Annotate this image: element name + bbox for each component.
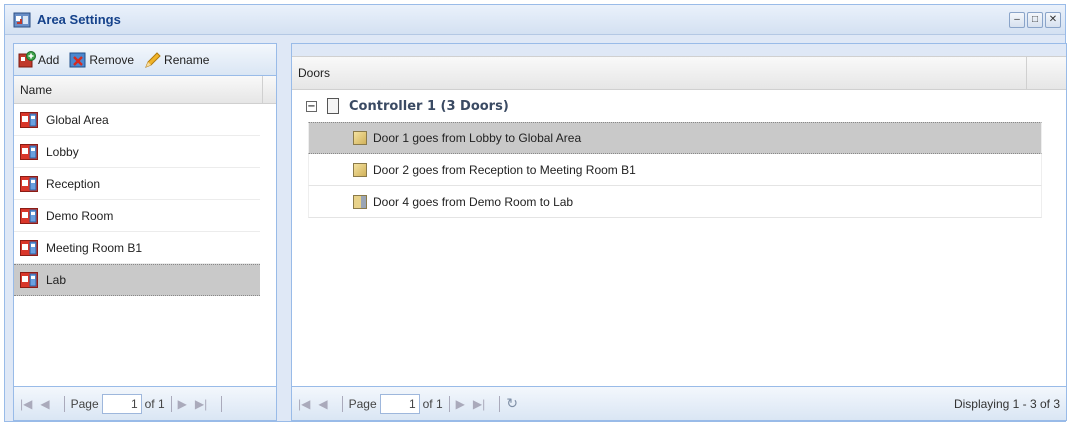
pager-divider — [63, 395, 65, 412]
pager-divider — [170, 395, 172, 412]
next-page-icon[interactable]: ▶ — [178, 397, 187, 411]
door-item-label: Door 4 goes from Demo Room to Lab — [373, 194, 574, 209]
area-item-label: Demo Room — [46, 208, 114, 223]
last-page-icon[interactable]: ▶| — [473, 397, 485, 411]
pager-divider — [448, 395, 450, 412]
prev-page-icon[interactable]: ◀ — [318, 397, 327, 411]
area-item-lobby[interactable]: Lobby — [14, 136, 260, 168]
areas-toolbar: Add Remove Rename — [14, 44, 276, 76]
rename-button[interactable]: Rename — [144, 51, 209, 69]
add-button[interactable]: Add — [18, 50, 60, 69]
paging-status: Displaying 1 - 3 of 3 — [953, 396, 1060, 411]
controller-group-header[interactable]: − Controller 1 (3 Doors) — [292, 90, 1066, 122]
page-count: of 1 — [144, 396, 165, 411]
area-item-label: Meeting Room B1 — [46, 240, 143, 255]
add-label: Add — [38, 52, 60, 67]
controller-group-label: Controller 1 (3 Doors) — [349, 98, 509, 114]
area-item-lab[interactable]: Lab — [14, 264, 260, 296]
page-input[interactable]: 1 — [101, 393, 142, 414]
title-bar[interactable]: Area Settings – □ ✕ — [5, 5, 1065, 35]
door-item[interactable]: Door 2 goes from Reception to Meeting Ro… — [308, 154, 1042, 186]
area-item-label: Global Area — [46, 112, 109, 127]
refresh-icon[interactable]: ↻ — [506, 395, 518, 412]
remove-button[interactable]: Remove — [69, 51, 134, 69]
add-icon — [18, 50, 36, 69]
pencil-icon — [144, 51, 162, 69]
area-icon — [20, 272, 38, 288]
area-item-meeting-room-b1[interactable]: Meeting Room B1 — [14, 232, 260, 264]
remove-label: Remove — [89, 52, 135, 67]
door-closed-icon — [353, 162, 367, 177]
door-item-label: Door 2 goes from Reception to Meeting Ro… — [373, 162, 636, 177]
doors-pager: |◀ ◀ Page 1 of 1 ▶ ▶| ↻ Displaying 1 - 3… — [292, 386, 1066, 420]
door-list: Door 1 goes from Lobby to Global Area Do… — [292, 122, 1066, 218]
next-page-icon[interactable]: ▶ — [456, 397, 465, 411]
doors-column-header[interactable]: Doors — [292, 56, 1066, 90]
page-count: of 1 — [422, 396, 443, 411]
rename-label: Rename — [164, 52, 210, 67]
name-column-header[interactable]: Name — [14, 76, 276, 104]
page-label: Page — [70, 396, 99, 411]
column-divider — [1026, 57, 1027, 89]
collapse-icon[interactable]: − — [306, 100, 317, 112]
door-open-icon — [353, 194, 367, 209]
controller-icon — [327, 98, 339, 114]
area-icon — [20, 175, 38, 192]
pager-divider — [499, 395, 501, 412]
first-page-icon[interactable]: |◀ — [20, 397, 32, 411]
page-input[interactable]: 1 — [379, 393, 420, 414]
area-icon — [20, 111, 38, 128]
column-divider — [262, 76, 263, 103]
door-item[interactable]: Door 1 goes from Lobby to Global Area — [308, 122, 1042, 154]
pager-divider — [341, 395, 343, 412]
name-column-label: Name — [20, 82, 53, 97]
page-label: Page — [348, 396, 377, 411]
areas-panel: Add Remove Rename Name Global Area Lobby… — [13, 43, 277, 421]
maximize-icon[interactable]: □ — [1027, 11, 1043, 28]
door-item[interactable]: Door 4 goes from Demo Room to Lab — [308, 186, 1042, 218]
doors-column-label: Doors — [298, 66, 331, 80]
area-item-label: Reception — [46, 176, 101, 191]
doors-panel: Doors − Controller 1 (3 Doors) Door 1 go… — [291, 43, 1067, 421]
area-item-global-area[interactable]: Global Area — [14, 104, 260, 136]
areas-pager: |◀ ◀ Page 1 of 1 ▶ ▶| — [14, 386, 276, 420]
last-page-icon[interactable]: ▶| — [195, 397, 207, 411]
area-icon — [20, 207, 38, 224]
prev-page-icon[interactable]: ◀ — [40, 397, 49, 411]
pager-divider — [221, 395, 223, 412]
door-item-label: Door 1 goes from Lobby to Global Area — [373, 131, 582, 145]
area-icon — [20, 143, 38, 160]
remove-icon — [69, 51, 87, 69]
area-item-demo-room[interactable]: Demo Room — [14, 200, 260, 232]
window-title: Area Settings — [37, 12, 121, 27]
area-settings-icon — [13, 11, 31, 29]
first-page-icon[interactable]: |◀ — [298, 397, 310, 411]
area-item-label: Lobby — [46, 144, 79, 159]
close-icon[interactable]: ✕ — [1045, 11, 1061, 28]
door-closed-icon — [353, 131, 367, 145]
minimize-icon[interactable]: – — [1009, 11, 1025, 28]
panel-header-strip — [292, 44, 1066, 56]
area-settings-window: Area Settings – □ ✕ Add Remove Rename Na… — [4, 4, 1067, 422]
area-item-label: Lab — [46, 273, 67, 287]
area-list: Global Area Lobby Reception Demo Room Me… — [14, 104, 276, 296]
area-item-reception[interactable]: Reception — [14, 168, 260, 200]
area-icon — [20, 239, 38, 256]
